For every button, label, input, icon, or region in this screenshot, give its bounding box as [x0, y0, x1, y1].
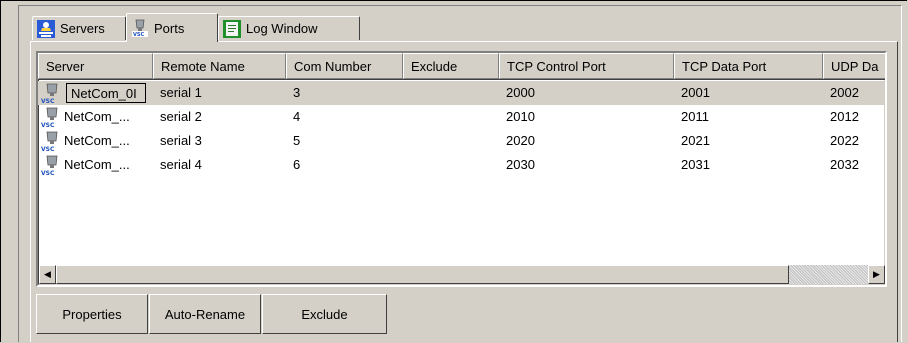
scrollbar-thumb[interactable] [56, 265, 789, 284]
arrow-right-icon: ▶ [873, 269, 880, 279]
column-header-tcp-control-port[interactable]: TCP Control Port [499, 53, 674, 79]
arrow-left-icon: ◀ [44, 269, 51, 279]
server-name-edit-field[interactable]: NetCom_0I [66, 83, 146, 103]
tcp-control-port-cell: 2010 [506, 109, 535, 124]
tab-log-window[interactable]: Log Window [218, 16, 360, 40]
list-rows: VSC NetCom_0I serial 1 3 2000 2001 2002 … [38, 81, 885, 177]
remote-name-cell: serial 4 [160, 157, 202, 172]
server-cell: NetCom_... [64, 133, 130, 148]
exclude-cell [403, 153, 499, 177]
tcp-data-port-cell: 2001 [681, 85, 710, 100]
table-row[interactable]: VSC NetCom_0I serial 1 3 2000 2001 2002 [38, 81, 885, 105]
column-header-udp-data[interactable]: UDP Da [823, 53, 885, 79]
tab-servers[interactable]: Servers [32, 16, 126, 40]
tcp-control-port-cell: 2030 [506, 157, 535, 172]
column-header-server[interactable]: Server [38, 53, 153, 79]
log-window-icon [223, 19, 241, 38]
column-header-com-number[interactable]: Com Number [286, 53, 403, 79]
tcp-control-port-cell: 2020 [506, 133, 535, 148]
com-number-cell: 4 [293, 109, 301, 124]
svg-text:VSC: VSC [41, 98, 55, 104]
table-row[interactable]: VSC NetCom_... serial 3 5 2020 2021 2022 [38, 129, 885, 153]
remote-name-cell: serial 2 [160, 109, 202, 124]
exclude-cell [403, 105, 499, 129]
svg-text:VSC: VSC [41, 146, 55, 152]
svg-text:VSC: VSC [133, 32, 144, 37]
table-row[interactable]: VSC NetCom_... serial 2 4 2010 2011 2012 [38, 105, 885, 129]
exclude-cell [403, 129, 499, 153]
tcp-data-port-cell: 2031 [681, 157, 710, 172]
scroll-right-button[interactable]: ▶ [868, 265, 885, 284]
udp-data-cell: 2022 [830, 133, 859, 148]
servers-icon [37, 19, 55, 38]
column-header-remote-name[interactable]: Remote Name [153, 53, 286, 79]
tab-servers-label: Servers [60, 21, 105, 36]
column-header-exclude[interactable]: Exclude [403, 53, 499, 79]
scroll-left-button[interactable]: ◀ [39, 265, 56, 284]
properties-button[interactable]: Properties [36, 294, 148, 334]
tcp-data-port-cell: 2021 [681, 133, 710, 148]
server-cell: NetCom_... [64, 109, 130, 124]
port-device-icon: VSC [40, 154, 64, 177]
svg-text:VSC: VSC [41, 122, 55, 128]
tcp-data-port-cell: 2011 [681, 109, 709, 124]
tcp-control-port-cell: 2000 [506, 85, 535, 100]
server-cell: NetCom_... [64, 157, 130, 172]
ports-list[interactable]: Server Remote Name Com Number Exclude TC… [36, 51, 887, 287]
exclude-cell [403, 81, 499, 105]
com-number-cell: 3 [293, 85, 301, 100]
udp-data-cell: 2012 [830, 109, 859, 124]
com-number-cell: 5 [293, 133, 301, 148]
remote-name-cell: serial 1 [160, 85, 202, 100]
horizontal-scrollbar[interactable]: ◀ ▶ [39, 265, 885, 284]
exclude-button[interactable]: Exclude [262, 294, 387, 334]
remote-name-cell: serial 3 [160, 133, 202, 148]
port-device-icon: VSC [40, 106, 64, 129]
tab-ports-label: Ports [154, 20, 185, 36]
port-device-icon: VSC [40, 130, 64, 153]
table-row[interactable]: VSC NetCom_... serial 4 6 2030 2031 2032 [38, 153, 885, 177]
scrollbar-track[interactable] [789, 265, 868, 284]
com-number-cell: 6 [293, 157, 301, 172]
tab-ports[interactable]: VSC Ports [126, 13, 218, 42]
column-header-tcp-data-port[interactable]: TCP Data Port [674, 53, 823, 79]
tab-log-window-label: Log Window [246, 21, 318, 36]
auto-rename-button[interactable]: Auto-Rename [149, 294, 261, 334]
port-device-icon: VSC [40, 82, 64, 105]
svg-text:VSC: VSC [41, 170, 55, 176]
list-header: Server Remote Name Com Number Exclude TC… [38, 53, 885, 79]
udp-data-cell: 2032 [830, 157, 859, 172]
udp-data-cell: 2002 [830, 85, 859, 100]
port-device-icon: VSC [131, 19, 149, 38]
